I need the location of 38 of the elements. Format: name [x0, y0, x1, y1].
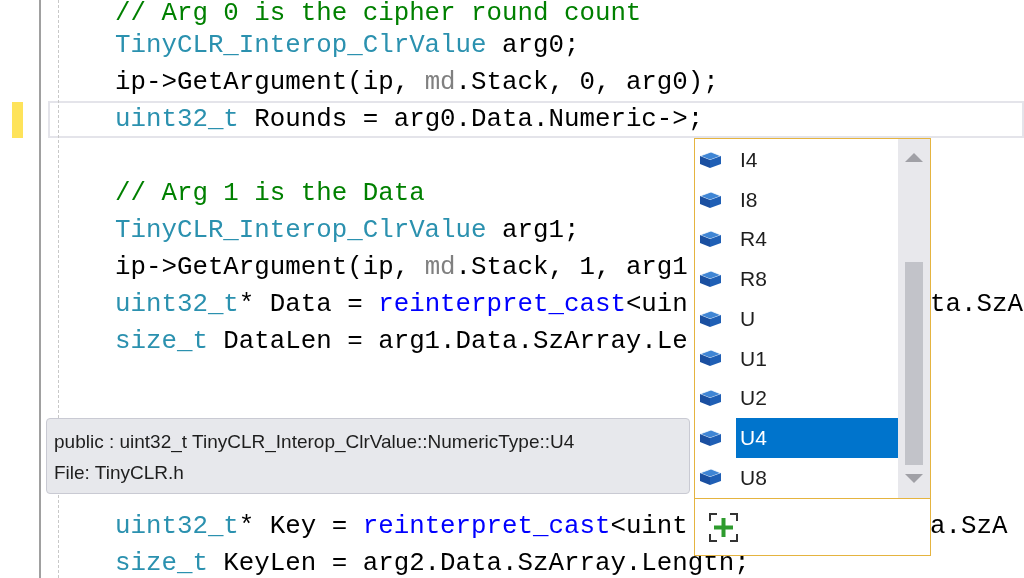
completion-item[interactable]: U8: [736, 457, 898, 498]
code-line: uint32_t* Data = reinterpret_cast<uin: [115, 289, 688, 321]
scrollbar[interactable]: [898, 139, 930, 498]
scroll-up-icon[interactable]: [905, 153, 923, 162]
cube-icon: [699, 468, 722, 487]
cube-icon: [699, 388, 722, 407]
tooltip-text: public : uint32_t TinyCLR_Interop_ClrValue::NumericType::U4: [54, 430, 576, 455]
code-line: TinyCLR_Interop_ClrValue arg1;: [115, 215, 580, 247]
code-line: size_t KeyLen = arg2.Data.SzArray.Length;: [115, 548, 750, 578]
cube-icon: [699, 428, 722, 447]
code-line: uint32_t Rounds = arg0.Data.Numeric->;: [115, 104, 704, 136]
cube-icon: [699, 150, 722, 169]
scroll-thumb[interactable]: [905, 262, 923, 465]
tooltip-text: File: TinyCLR.h: [54, 461, 185, 485]
code-line: ta.SzA: [930, 289, 1023, 321]
filter-add-icon[interactable]: [709, 512, 738, 542]
cube-icon: [699, 309, 722, 328]
scroll-down-icon[interactable]: [905, 474, 923, 483]
code-line: uint32_t* Key = reinterpret_cast<uint: [115, 511, 688, 543]
code-line: size_t DataLen = arg1.Data.SzArray.Le: [115, 326, 688, 358]
completion-item[interactable]: U2: [736, 378, 898, 418]
code-line: // Arg 1 is the Data: [115, 178, 425, 210]
code-line: a.SzA: [930, 511, 1008, 543]
cube-icon: [699, 190, 722, 209]
code-line: ip->GetArgument(ip, md.Stack, 1, arg1: [115, 252, 688, 284]
completion-item[interactable]: R8: [736, 259, 898, 299]
completion-item[interactable]: I8: [736, 179, 898, 220]
completion-item[interactable]: R4: [736, 219, 898, 260]
cube-icon: [699, 269, 722, 288]
completion-item[interactable]: U1: [736, 338, 898, 379]
cube-icon: [699, 230, 722, 249]
code-line: // Arg 0 is the cipher round count: [115, 0, 642, 27]
completion-item[interactable]: U: [736, 298, 898, 339]
cube-icon: [699, 349, 722, 368]
code-line: TinyCLR_Interop_ClrValue arg0;: [115, 30, 580, 62]
code-line: ip->GetArgument(ip, md.Stack, 0, arg0);: [115, 67, 719, 99]
completion-item[interactable]: U4: [736, 417, 898, 458]
completion-item[interactable]: I4: [736, 140, 898, 180]
